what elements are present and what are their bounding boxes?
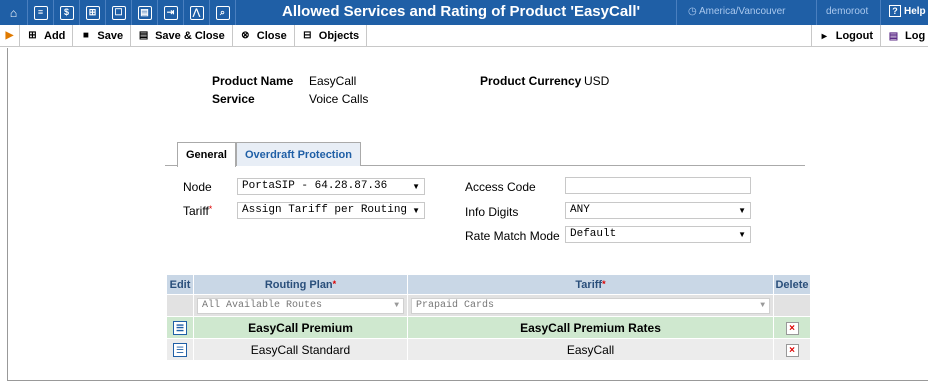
user-name[interactable]: demoroot	[826, 6, 868, 17]
save-button[interactable]: ■ Save	[73, 24, 132, 47]
person-icon[interactable]: ☐	[106, 0, 132, 25]
toolbar: ▶ ⊞ Add ■ Save ▤ Save & Close ⊗ Close ⊟ Objec…	[0, 24, 928, 47]
chevron-down-icon: ▼	[412, 182, 420, 191]
logout-2-icon: ▤	[888, 30, 899, 42]
tab-overdraft-protection[interactable]: Overdraft Protection	[236, 142, 361, 166]
table-cell: Prapaid Cards ▼	[407, 294, 774, 317]
tariff-label: Tariff*	[183, 204, 213, 218]
divider	[816, 0, 817, 25]
save-close-icon: ▤	[138, 30, 149, 41]
delete-icon[interactable]: ×	[785, 322, 799, 335]
home-icon[interactable]: ⌂	[0, 0, 28, 25]
routing-tariff-table: Edit Routing Plan* Tariff* Delete All Av…	[166, 274, 811, 361]
add-icon: ⊞	[28, 30, 37, 41]
column-header-delete: Delete	[773, 274, 811, 295]
product-currency-value: USD	[584, 74, 610, 88]
filter-row: All Available Routes ▼ Prapaid Cards ▼	[166, 294, 811, 317]
logout-icon: ▸	[821, 30, 827, 42]
tariff-filter-select[interactable]: Prapaid Cards ▼	[411, 297, 770, 314]
page-title: Allowed Services and Rating of Product '…	[282, 3, 641, 20]
add-button[interactable]: ⊞ Add	[20, 24, 74, 47]
list-icon[interactable]: ≡	[28, 0, 54, 25]
required-marker: *	[602, 278, 606, 289]
column-header-edit: Edit	[166, 274, 194, 295]
product-currency-label: Product Currency	[480, 74, 582, 88]
save-icon: ■	[82, 30, 89, 41]
chevron-down-icon: ▼	[394, 300, 399, 310]
table-row: ☰ EasyCall Standard EasyCall ×	[166, 338, 811, 361]
table-cell: ×	[773, 316, 811, 339]
search-icon[interactable]: ⌕	[210, 0, 236, 25]
routing-plan-filter-select[interactable]: All Available Routes ▼	[197, 297, 404, 314]
logout-button-2[interactable]: ▤ Log	[880, 25, 928, 47]
arrow-icon[interactable]: ⇥	[158, 0, 184, 25]
clock-icon: ◷	[688, 6, 699, 17]
delete-icon[interactable]: ×	[785, 344, 799, 357]
node-label: Node	[183, 180, 212, 194]
node-select[interactable]: PortaSIP - 64.28.87.36 ▼	[237, 178, 425, 195]
rate-match-mode-label: Rate Match Mode	[465, 229, 560, 243]
chevron-down-icon: ▼	[738, 206, 746, 215]
close-icon: ⊗	[241, 30, 250, 41]
play-arrow-icon[interactable]: ▶	[0, 24, 20, 47]
table-row: ☰ EasyCall Premium EasyCall Premium Rate…	[166, 316, 811, 339]
close-button[interactable]: ⊗ Close	[233, 24, 295, 47]
info-digits-select[interactable]: ANY ▼	[565, 202, 751, 219]
product-name-value: EasyCall	[309, 74, 357, 88]
divider	[880, 0, 881, 25]
chart-icon[interactable]: ⋀	[184, 0, 210, 25]
routing-plan-cell: EasyCall Standard	[193, 338, 408, 361]
dollar-icon[interactable]: $	[54, 0, 80, 25]
edit-icon[interactable]: ☰	[173, 343, 187, 357]
table-cell	[166, 294, 194, 317]
objects-button[interactable]: ⊟ Objects	[295, 24, 368, 47]
edit-icon[interactable]: ☰	[173, 321, 187, 335]
product-name-label: Product Name	[212, 74, 294, 88]
help-link[interactable]: ? Help	[889, 5, 926, 17]
chevron-down-icon: ▼	[738, 230, 746, 239]
required-marker: *	[332, 278, 337, 289]
service-label: Service	[212, 92, 255, 106]
tab-bar: General Overdraft Protection	[165, 142, 805, 167]
column-header-tariff: Tariff*	[407, 274, 774, 295]
rate-match-mode-select[interactable]: Default ▼	[565, 226, 751, 243]
routing-plan-cell: EasyCall Premium	[193, 316, 408, 339]
info-digits-label: Info Digits	[465, 205, 519, 219]
required-marker: *	[208, 204, 213, 214]
save-close-button[interactable]: ▤ Save & Close	[131, 24, 233, 47]
tab-general[interactable]: General	[177, 142, 236, 167]
timezone-label[interactable]: ◷ America/Vancouver	[688, 6, 785, 17]
top-nav-bar: ⌂ ≡ $ ⊞ ☐ ▤ ⇥ ⋀ ⌕ Allowed Services and R…	[0, 0, 928, 25]
chevron-down-icon: ▼	[760, 300, 765, 310]
objects-icon: ⊟	[303, 30, 312, 41]
tariff-cell: EasyCall	[407, 338, 774, 361]
service-value: Voice Calls	[309, 92, 369, 106]
access-code-input[interactable]	[565, 177, 751, 194]
table-cell: ☰	[166, 338, 194, 361]
grid-icon[interactable]: ⊞	[80, 0, 106, 25]
tariff-cell: EasyCall Premium Rates	[407, 316, 774, 339]
table-cell: ☰	[166, 316, 194, 339]
table-cell: All Available Routes ▼	[193, 294, 408, 317]
access-code-label: Access Code	[465, 180, 536, 194]
chevron-down-icon: ▼	[412, 206, 420, 215]
table-cell	[773, 294, 811, 317]
help-icon: ?	[889, 5, 901, 17]
tariff-select[interactable]: Assign Tariff per Routing ▼	[237, 202, 425, 219]
divider	[676, 0, 677, 25]
table-cell: ×	[773, 338, 811, 361]
logout-button[interactable]: ▸ Logout	[810, 25, 880, 47]
products-icon[interactable]: ▤	[132, 0, 158, 25]
column-header-routing-plan: Routing Plan*	[193, 274, 408, 295]
